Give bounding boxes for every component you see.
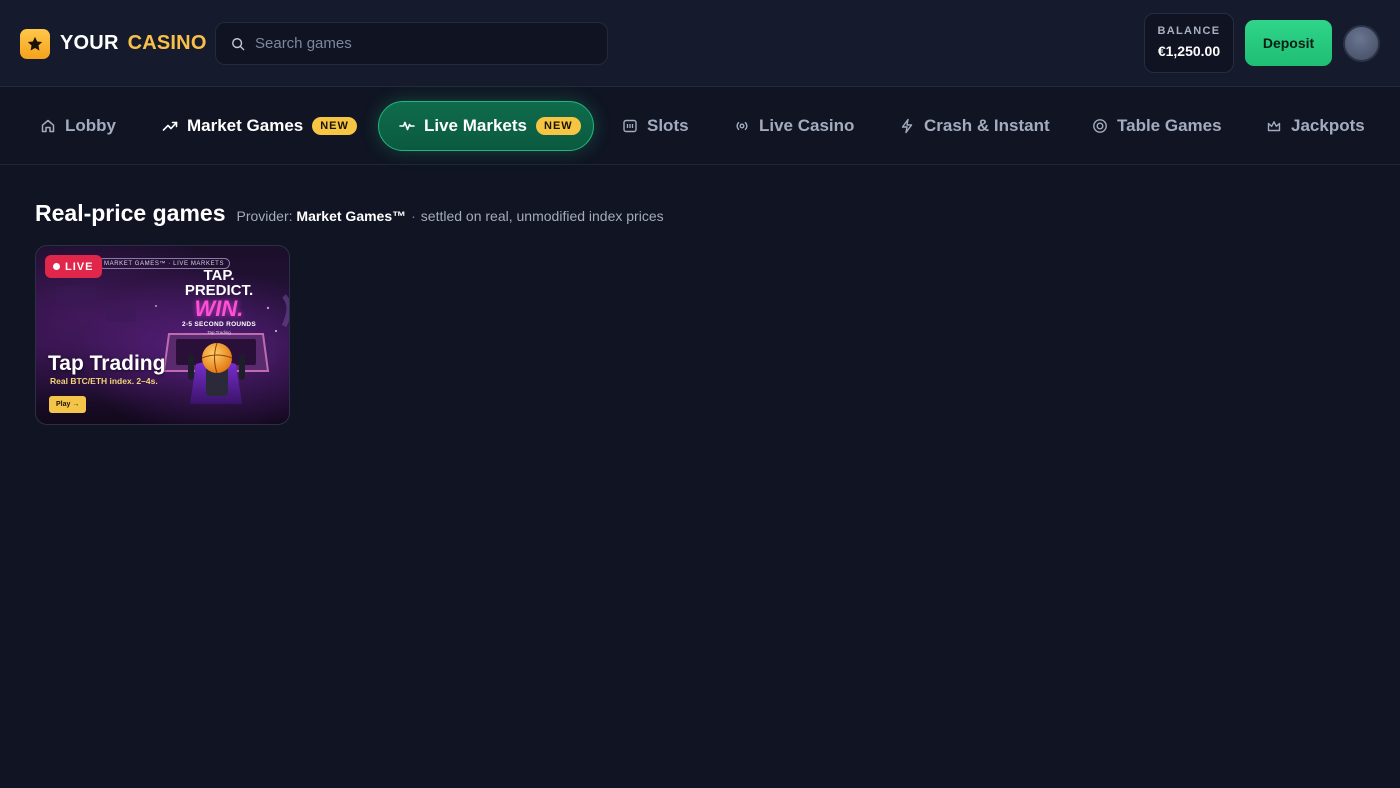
game-subtitle: Real BTC/ETH index. 2–4s. <box>50 376 158 386</box>
logo-word-casino: CASINO <box>127 32 207 54</box>
nav-item-lobby[interactable]: Lobby <box>40 101 116 151</box>
category-nav: Lobby Market Games NEW Live Markets NEW … <box>0 87 1400 165</box>
tagline-tap: TAP. <box>203 267 235 284</box>
home-icon <box>40 118 56 134</box>
card-tagline: TAP. PREDICT. WIN. 2-5 SECOND ROUNDS Tap… <box>164 268 274 335</box>
nav-item-label: Crash & Instant <box>924 116 1050 135</box>
search-icon <box>231 37 245 51</box>
nav-item-label: Live Markets <box>424 116 527 135</box>
broadcast-icon <box>734 118 750 134</box>
live-badge-label: LIVE <box>65 260 94 273</box>
game-card-tap-trading[interactable]: MARKET GAMES™ · LIVE MARKETS LIVE TAP. P… <box>35 245 290 425</box>
provider-info: Provider: Market Games™ · settled on real,… <box>236 208 663 224</box>
star-icon <box>20 28 50 59</box>
crown-icon <box>1266 118 1282 134</box>
logo-word-your: YOUR <box>60 32 119 54</box>
nav-item-label: Lobby <box>65 116 116 135</box>
provider-prefix: Provider: <box>236 208 293 224</box>
site-logo[interactable]: YOUR CASINO <box>20 28 207 59</box>
section-title: Real-price games <box>35 200 226 226</box>
pulse-icon <box>399 118 415 134</box>
play-button[interactable]: Play → <box>49 396 87 413</box>
search-box[interactable] <box>215 22 608 65</box>
separator: · <box>411 208 416 224</box>
balance-value: €1,250.00 <box>1157 43 1221 59</box>
nav-item-label: Market Games <box>187 116 304 135</box>
nav-item-market-games[interactable]: Market Games NEW <box>162 101 357 151</box>
slots-icon <box>622 118 638 134</box>
new-badge: NEW <box>312 117 357 135</box>
live-badge: LIVE <box>45 255 103 278</box>
nav-item-crash-instant[interactable]: Crash & Instant <box>899 101 1050 151</box>
tagline-win: WIN. <box>194 296 244 321</box>
tagline-game-name: Tap Trading <box>207 329 231 335</box>
section-header: Real-price games Provider: Market Games™… <box>35 200 664 227</box>
nav-item-live-casino[interactable]: Live Casino <box>734 101 854 151</box>
game-title: Tap Trading <box>48 352 166 375</box>
nav-item-slots[interactable]: Slots <box>622 101 689 151</box>
provider-name: Market Games™ <box>296 208 407 224</box>
provider-suffix: settled on real, unmodified index prices <box>420 208 664 224</box>
top-header: YOUR CASINO BALANCE €1,250.00 Deposit <box>0 0 1400 87</box>
nav-item-label: Live Casino <box>759 116 855 135</box>
deposit-button[interactable]: Deposit <box>1245 20 1332 66</box>
nav-item-table-games[interactable]: Table Games <box>1092 101 1222 151</box>
chip-icon <box>1092 118 1108 134</box>
balance-display: BALANCE €1,250.00 <box>1144 13 1234 73</box>
trending-up-icon <box>162 118 178 134</box>
nav-item-label: Slots <box>647 116 689 135</box>
avatar[interactable] <box>1343 25 1380 62</box>
nav-item-label: Jackpots <box>1291 116 1365 135</box>
lightning-icon <box>899 118 915 134</box>
nav-item-label: Table Games <box>1117 116 1222 135</box>
search-input[interactable] <box>255 35 585 52</box>
live-dot-icon <box>53 263 60 270</box>
nav-item-jackpots[interactable]: Jackpots <box>1266 101 1365 151</box>
nav-item-live-markets[interactable]: Live Markets NEW <box>378 101 594 151</box>
new-badge: NEW <box>536 117 581 135</box>
balance-label: BALANCE <box>1157 25 1221 37</box>
tagline-rounds: 2-5 SECOND ROUNDS <box>181 321 257 328</box>
